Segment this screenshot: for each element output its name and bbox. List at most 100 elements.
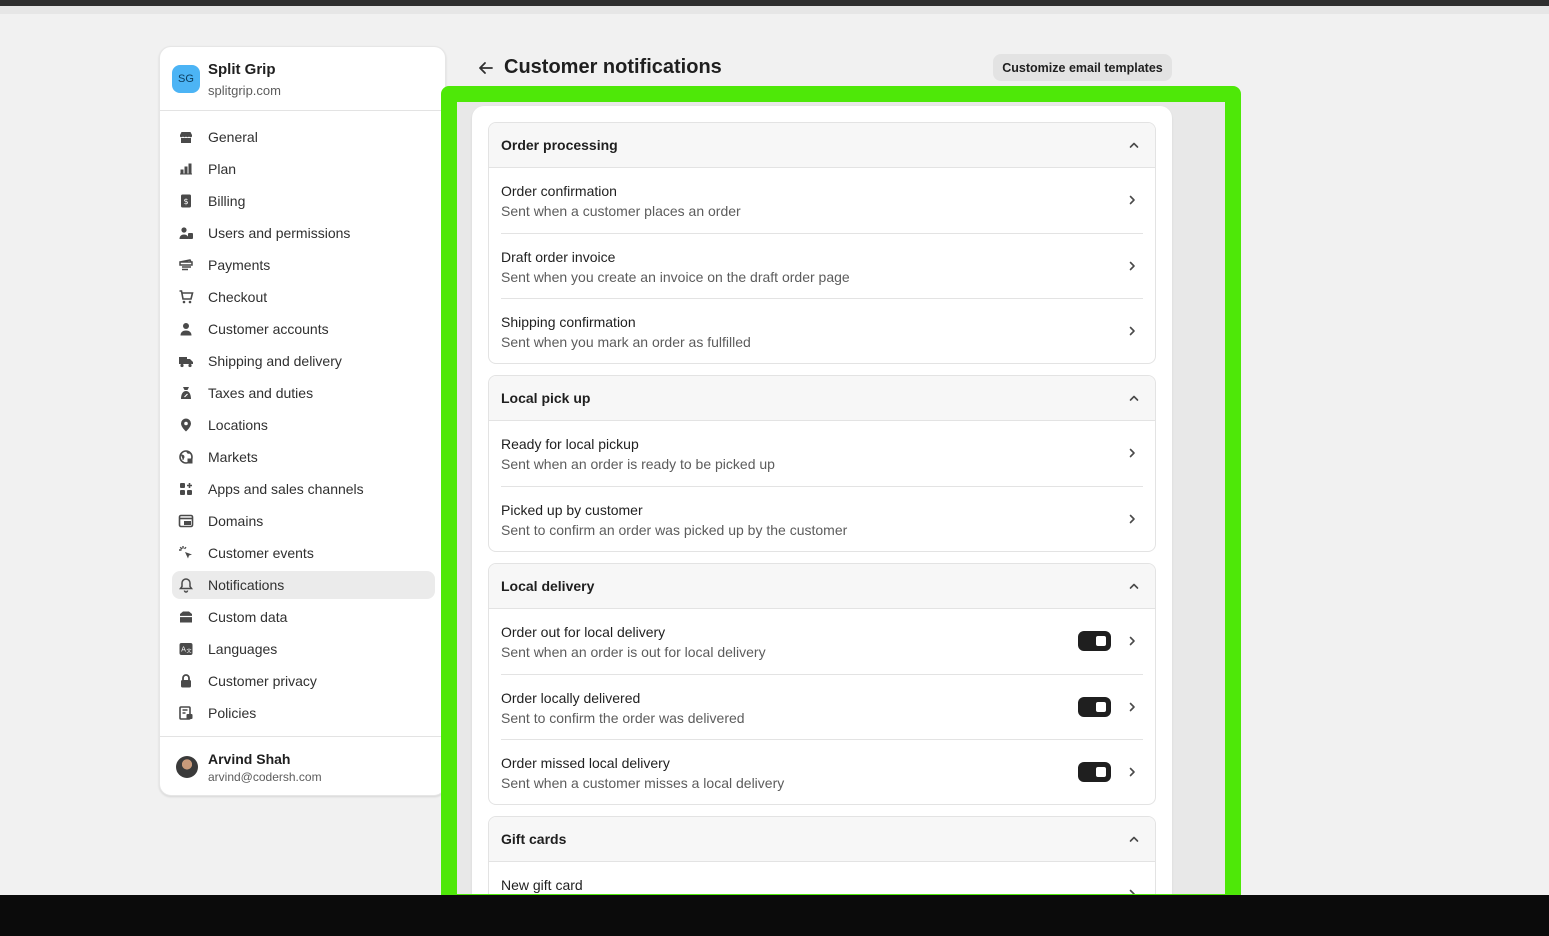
bell-icon: [179, 578, 193, 593]
notification-toggle[interactable]: [1078, 631, 1111, 651]
sidebar-item-checkout[interactable]: Checkout: [172, 283, 435, 311]
notification-toggle[interactable]: [1078, 762, 1111, 782]
sidebar-item-label: Languages: [208, 641, 278, 657]
sidebar-item-customer-accounts[interactable]: Customer accounts: [172, 315, 435, 343]
notification-title: Order out for local delivery: [501, 624, 666, 640]
chevron-up-icon[interactable]: [1127, 138, 1141, 152]
notification-row[interactable]: Picked up by customer Sent to confirm an …: [489, 486, 1155, 551]
notification-description: Sent when an order is out for local deli…: [501, 644, 766, 660]
section-title: Local pick up: [501, 390, 591, 406]
customize-email-templates-button[interactable]: Customize email templates: [993, 54, 1172, 81]
section-title: Gift cards: [501, 831, 567, 847]
notification-description: Sent when a customer places an order: [501, 203, 741, 219]
notification-toggle[interactable]: [1078, 697, 1111, 717]
sidebar-item-shipping-and-delivery[interactable]: Shipping and delivery: [172, 347, 435, 375]
toggle-knob: [1096, 767, 1106, 777]
billing-icon: $: [181, 194, 191, 208]
page-title: Customer notifications: [504, 56, 722, 78]
chevron-right-icon[interactable]: [1125, 887, 1139, 894]
notification-description: Sent when you create an invoice on the d…: [501, 269, 850, 285]
truck-icon: [179, 357, 193, 368]
back-arrow-icon[interactable]: [476, 58, 496, 78]
sidebar-item-locations[interactable]: Locations: [172, 411, 435, 439]
sidebar-item-markets[interactable]: Markets: [172, 443, 435, 471]
chevron-right-icon[interactable]: [1125, 193, 1139, 207]
notification-row[interactable]: Shipping confirmation Sent when you mark …: [489, 298, 1155, 363]
cursor-icon: [179, 546, 192, 559]
window-top-strip: [0, 0, 1549, 6]
svg-text:文: 文: [186, 648, 191, 655]
section-order-processing: Order processing Order confirmation Sent w…: [488, 122, 1156, 364]
sidebar-item-policies[interactable]: Policies: [172, 699, 435, 727]
domain-icon: [178, 514, 194, 528]
chevron-right-icon[interactable]: [1125, 324, 1139, 338]
sidebar-item-notifications[interactable]: Notifications: [172, 571, 435, 599]
section-header[interactable]: Local pick up: [489, 376, 1155, 421]
notification-description: Sent to confirm the order was delivered: [501, 710, 745, 726]
sidebar-item-plan[interactable]: Plan: [172, 155, 435, 183]
notification-row[interactable]: Order confirmation Sent when a customer p…: [489, 168, 1155, 233]
notification-title: Draft order invoice: [501, 249, 616, 265]
chevron-right-icon[interactable]: [1125, 512, 1139, 526]
sidebar-item-users-and-permissions[interactable]: Users and permissions: [172, 219, 435, 247]
sidebar-item-label: General: [208, 129, 258, 145]
notification-description: Sent when a customer misses a local deli…: [501, 775, 785, 791]
sidebar-item-customer-events[interactable]: Customer events: [172, 539, 435, 567]
person-icon: [180, 323, 192, 336]
notification-title: Picked up by customer: [501, 502, 643, 518]
chevron-right-icon[interactable]: [1125, 700, 1139, 714]
section-header[interactable]: Gift cards: [489, 817, 1155, 862]
apps-icon: [180, 483, 192, 495]
location-icon: [181, 418, 191, 432]
sidebar-item-apps-and-sales-channels[interactable]: Apps and sales channels: [172, 475, 435, 503]
chevron-up-icon[interactable]: [1127, 391, 1141, 405]
chevron-right-icon[interactable]: [1125, 446, 1139, 460]
sidebar-item-label: Checkout: [208, 289, 268, 305]
notification-title: Order locally delivered: [501, 690, 641, 706]
sidebar-item-general[interactable]: General: [172, 123, 435, 151]
settings-sidebar: SG Split Grip splitgrip.com General Plan $…: [159, 46, 446, 796]
notification-row[interactable]: Order out for local delivery Sent when an…: [489, 609, 1155, 674]
sidebar-item-taxes-and-duties[interactable]: Taxes and duties: [172, 379, 435, 407]
policy-icon: [179, 706, 193, 720]
payments-icon: [179, 259, 193, 271]
lock-icon: [181, 674, 191, 688]
store-icon: [180, 132, 192, 143]
chevron-up-icon[interactable]: [1127, 832, 1141, 846]
users-icon: [179, 227, 193, 239]
notification-row[interactable]: Ready for local pickup Sent when an order…: [489, 421, 1155, 486]
store-switcher[interactable]: SG Split Grip splitgrip.com: [160, 47, 445, 111]
store-domain: splitgrip.com: [208, 83, 281, 98]
sidebar-item-label: Policies: [208, 705, 257, 721]
svg-text:A: A: [181, 646, 186, 654]
sidebar-item-label: Customer events: [208, 545, 314, 561]
notifications-card: Order processing Order confirmation Sent w…: [472, 106, 1172, 894]
notification-title: Shipping confirmation: [501, 314, 636, 330]
user-name: Arvind Shah: [208, 751, 291, 767]
notification-row[interactable]: Order missed local delivery Sent when a c…: [489, 739, 1155, 804]
sidebar-item-label: Plan: [208, 161, 237, 177]
chevron-right-icon[interactable]: [1125, 765, 1139, 779]
section-title: Local delivery: [501, 578, 595, 594]
notification-description: Sent to confirm an order was picked up b…: [501, 522, 848, 538]
sidebar-item-custom-data[interactable]: Custom data: [172, 603, 435, 631]
user-account[interactable]: Arvind Shah arvind@codersh.com: [160, 736, 445, 796]
notification-row[interactable]: New gift card: [489, 862, 1155, 894]
sidebar-item-label: Billing: [208, 193, 246, 209]
sidebar-item-domains[interactable]: Domains: [172, 507, 435, 535]
section-gift-cards: Gift cards New gift card: [488, 816, 1156, 894]
sidebar-item-label: Payments: [208, 257, 271, 273]
chevron-right-icon[interactable]: [1125, 634, 1139, 648]
notification-description: Sent when you mark an order as fulfilled: [501, 334, 751, 350]
sidebar-item-customer-privacy[interactable]: Customer privacy: [172, 667, 435, 695]
notification-row[interactable]: Draft order invoice Sent when you create …: [489, 233, 1155, 298]
section-header[interactable]: Local delivery: [489, 564, 1155, 609]
section-header[interactable]: Order processing: [489, 123, 1155, 168]
language-icon: A文: [179, 643, 193, 655]
sidebar-item-languages[interactable]: A 文 Languages: [172, 635, 435, 663]
chevron-right-icon[interactable]: [1125, 259, 1139, 273]
sidebar-item-billing[interactable]: $ Billing: [172, 187, 435, 215]
notification-row[interactable]: Order locally delivered Sent to confirm t…: [489, 674, 1155, 739]
chevron-up-icon[interactable]: [1127, 579, 1141, 593]
sidebar-item-payments[interactable]: Payments: [172, 251, 435, 279]
